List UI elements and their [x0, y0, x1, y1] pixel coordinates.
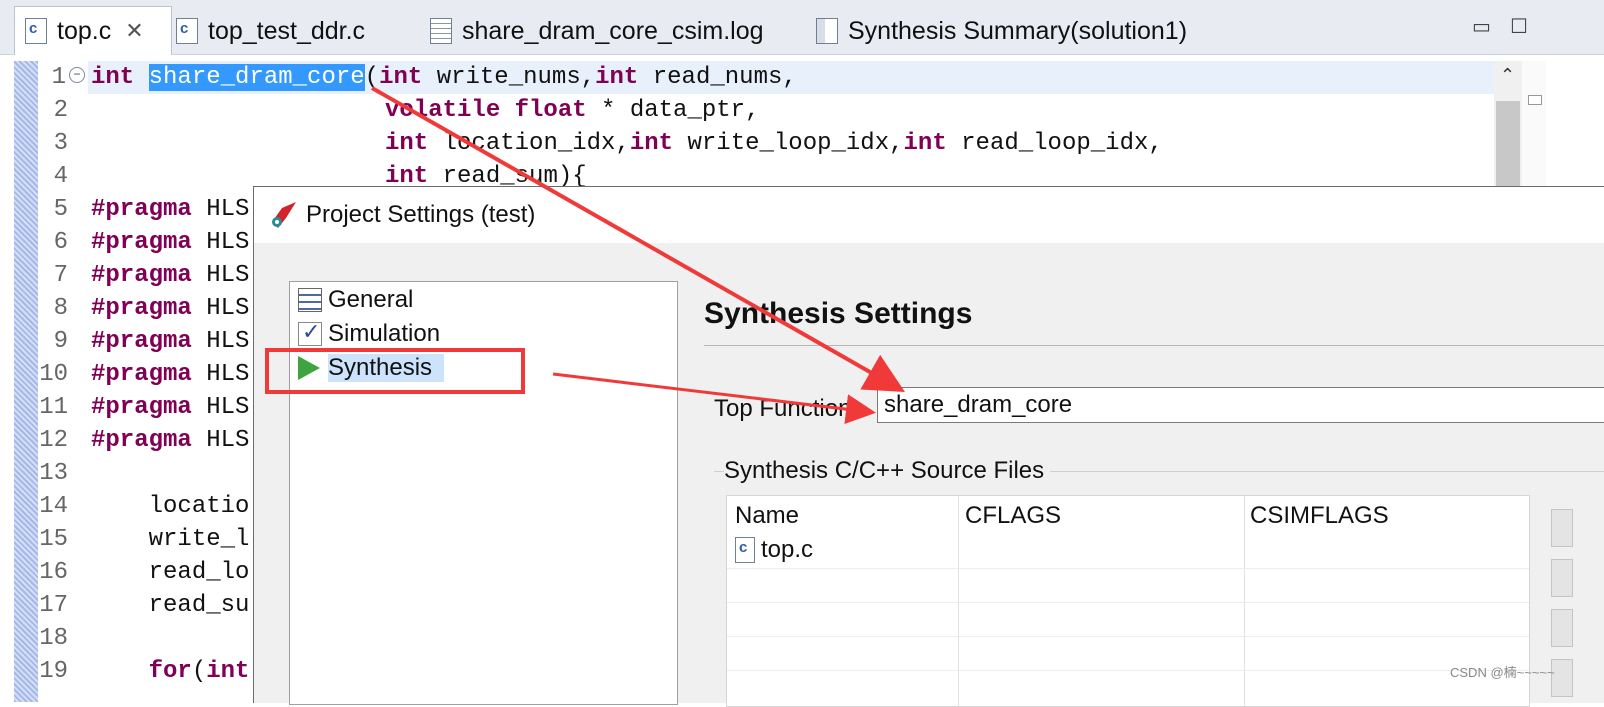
top-function-input[interactable]: share_dram_core	[877, 387, 1604, 423]
tab-label: share_dram_core_csim.log	[462, 16, 764, 45]
nav-item-general[interactable]: General	[298, 284, 413, 316]
line-number: 11	[39, 394, 68, 421]
line-number: 15	[39, 526, 68, 553]
tab-label: top.c	[57, 16, 112, 45]
table-row[interactable]: top.c	[735, 536, 813, 564]
overview-marker[interactable]	[1528, 95, 1542, 105]
maximize-icon[interactable]: ☐	[1510, 14, 1528, 39]
line-number: 9	[53, 328, 68, 355]
row-divider	[727, 670, 1529, 671]
scroll-up-icon[interactable]: ⌃	[1500, 65, 1515, 86]
tab-synthesis-summary[interactable]: Synthesis Summary(solution1)	[816, 8, 1187, 54]
settings-navigation-tree: General Simulation Synthesis	[289, 281, 678, 705]
column-header-cflags[interactable]: CFLAGS	[965, 502, 1061, 530]
line-number: 7	[53, 262, 68, 289]
line-number: 5	[53, 196, 68, 223]
table-side-button[interactable]	[1551, 509, 1573, 547]
nav-label: Simulation	[328, 320, 441, 347]
row-divider	[727, 568, 1529, 569]
column-divider	[958, 496, 959, 706]
code-line: #pragma HLS	[91, 262, 250, 289]
source-files-table[interactable]: Name CFLAGS CSIMFLAGS top.c	[726, 495, 1530, 707]
column-divider	[1244, 496, 1245, 706]
synthesis-settings-panel: Synthesis Settings Top Function: share_d…	[704, 281, 1604, 707]
source-files-group-label: Synthesis C/C++ Source Files	[724, 457, 1051, 485]
separator	[704, 345, 1604, 346]
column-header-name[interactable]: Name	[735, 502, 799, 530]
code-line: write_l	[91, 526, 250, 553]
top-function-label: Top Function:	[714, 395, 859, 422]
dialog-title: Project Settings (test)	[306, 201, 536, 228]
line-number: 14	[39, 493, 68, 520]
general-icon	[298, 288, 322, 312]
nav-item-simulation[interactable]: Simulation	[298, 318, 440, 350]
row-divider	[727, 636, 1529, 637]
close-icon[interactable]: ✕	[125, 18, 143, 44]
code-line: #pragma HLS	[91, 295, 250, 322]
nav-label: General	[328, 286, 414, 313]
line-number: 18	[39, 625, 68, 652]
tab-top-test-ddr-c[interactable]: top_test_ddr.c	[176, 8, 365, 54]
tab-label: top_test_ddr.c	[208, 16, 366, 45]
line-number: 17	[39, 592, 68, 619]
table-side-button[interactable]	[1551, 559, 1573, 597]
c-file-icon	[25, 18, 47, 44]
code-line: int share_dram_core(int write_nums,int r…	[91, 64, 797, 91]
code-line: #pragma HLS	[91, 394, 250, 421]
line-number: 6	[53, 229, 68, 256]
line-number: 10	[39, 361, 68, 388]
code-line: read_su	[91, 592, 250, 619]
tab-csim-log[interactable]: share_dram_core_csim.log	[430, 8, 764, 54]
table-side-button[interactable]	[1551, 609, 1573, 647]
editor-tab-bar: top.c ✕ top_test_ddr.c share_dram_core_c…	[0, 0, 1604, 55]
line-number: 8	[53, 295, 68, 322]
line-number: 16	[39, 559, 68, 586]
code-line: read_lo	[91, 559, 250, 586]
summary-icon	[816, 18, 838, 44]
tab-top-c[interactable]: top.c ✕	[14, 6, 172, 55]
log-file-icon	[430, 18, 452, 44]
code-line: volatile float * data_ptr,	[385, 97, 760, 124]
row-divider	[727, 602, 1529, 603]
line-number: 13	[39, 460, 68, 487]
section-title: Synthesis Settings	[704, 297, 973, 330]
code-line: locatio	[91, 493, 250, 520]
c-file-icon	[735, 537, 755, 563]
file-name: top.c	[761, 536, 814, 563]
line-number: 19	[39, 658, 68, 685]
dialog-title-bar: Project Settings (test)	[254, 187, 1604, 243]
selected-text: share_dram_core	[148, 64, 365, 91]
code-line: int location_idx,int write_loop_idx,int …	[385, 130, 1163, 157]
line-number: 12	[39, 427, 68, 454]
line-number: 4	[53, 163, 68, 190]
line-number: 2	[53, 97, 68, 124]
code-line: #pragma HLS	[91, 229, 250, 256]
collapse-icon[interactable]: −	[69, 67, 85, 83]
tab-label: Synthesis Summary(solution1)	[848, 16, 1188, 45]
code-line: #pragma HLS	[91, 427, 250, 454]
project-settings-dialog: Project Settings (test) General Simulati…	[253, 186, 1604, 707]
vitis-hls-app-icon	[268, 200, 298, 230]
code-line: #pragma HLS	[91, 328, 250, 355]
checkbox-icon	[298, 319, 322, 346]
line-number: 3	[53, 130, 68, 157]
line-number: 1	[51, 64, 66, 91]
code-line: #pragma HLS	[91, 196, 250, 223]
highlight-box-synthesis	[265, 348, 525, 394]
minimize-icon[interactable]: ▭	[1472, 14, 1491, 39]
code-line: for(int	[148, 658, 250, 685]
c-file-icon	[176, 18, 198, 44]
column-header-csimflags[interactable]: CSIMFLAGS	[1250, 502, 1389, 530]
code-line: #pragma HLS	[91, 361, 250, 388]
watermark: CSDN @楠~~~~~	[1450, 665, 1555, 680]
